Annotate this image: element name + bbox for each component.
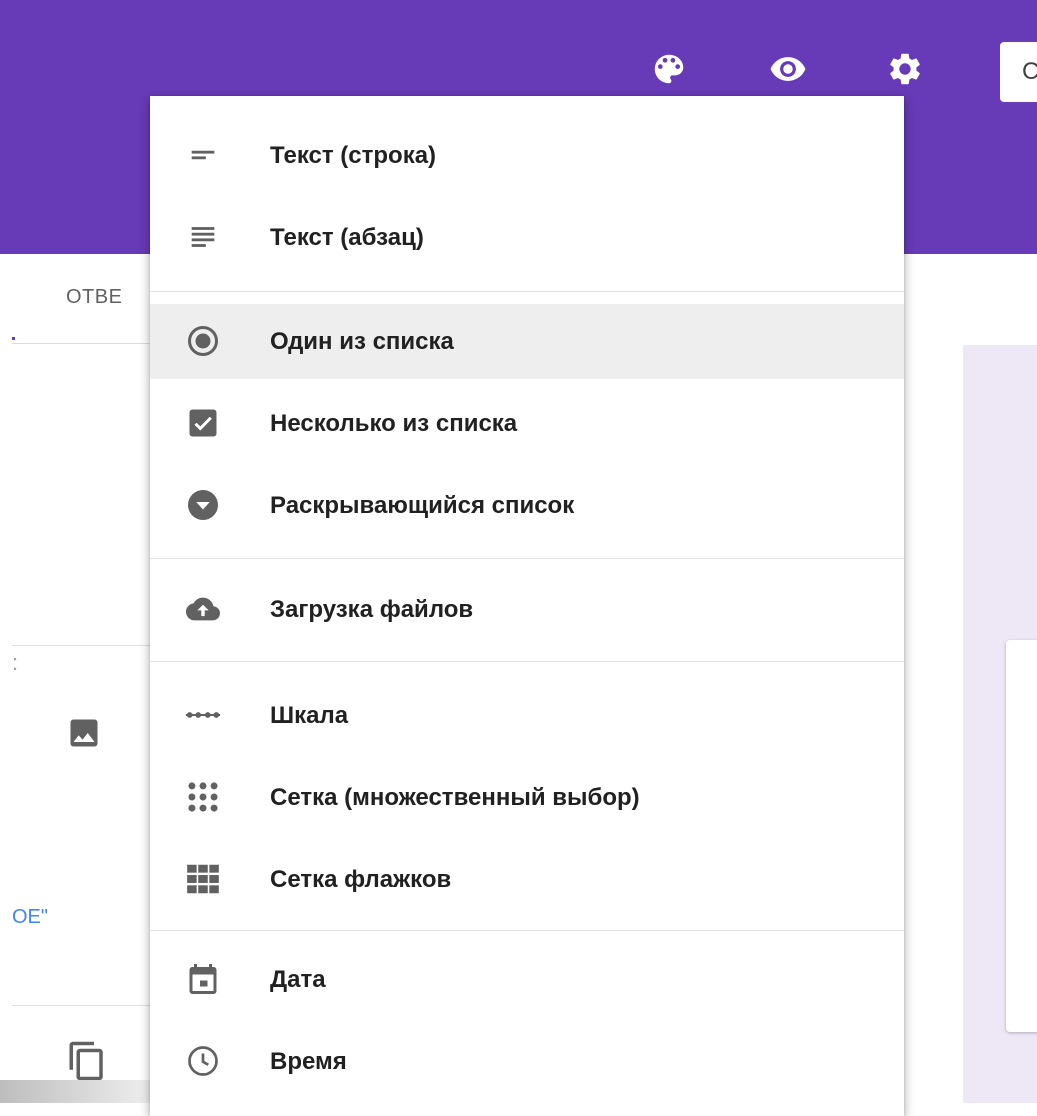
tab-responses[interactable]: ОТВЕ [66,286,122,309]
menu-item-label: Загрузка файлов [270,596,474,623]
menu-item-checkbox-grid[interactable]: Сетка флажков [150,844,904,914]
menu-item-label: Шкала [270,702,349,729]
image-icon[interactable] [64,715,104,756]
multiple-choice-grid-icon [184,778,222,816]
checkbox-icon [184,404,222,442]
bottom-edge [0,1080,150,1103]
question-divider [12,645,152,646]
menu-item-checkbox[interactable]: Несколько из списка [150,388,904,458]
linear-scale-icon [184,696,222,734]
question-type-menu: Текст (строка) Текст (абзац) Один из спи… [150,96,904,1116]
menu-item-short-text[interactable]: Текст (строка) [150,120,904,190]
palette-icon[interactable] [650,50,688,93]
menu-separator [150,558,904,559]
clock-icon [184,1042,222,1080]
menu-item-time[interactable]: Время [150,1026,904,1096]
menu-item-label: Один из списка [270,328,454,355]
paragraph-icon [184,218,222,256]
menu-separator [150,930,904,931]
short-text-icon [184,136,222,174]
menu-item-label: Раскрывающийся список [270,492,575,519]
dropdown-icon [184,486,222,524]
menu-item-date[interactable]: Дата [150,944,904,1014]
radio-button-icon [184,322,222,360]
menu-item-mc-grid[interactable]: Сетка (множественный выбор) [150,762,904,832]
menu-item-linear-scale[interactable]: Шкала [150,680,904,750]
cloud-upload-icon [184,590,222,628]
menu-item-label: Дата [270,966,326,993]
menu-separator [150,661,904,662]
menu-item-label: Время [270,1048,347,1075]
menu-item-file-upload[interactable]: Загрузка файлов [150,574,904,644]
checkbox-grid-icon [184,860,222,898]
menu-item-dropdown[interactable]: Раскрывающийся список [150,470,904,540]
menu-item-label: Сетка (множественный выбор) [270,784,640,811]
menu-item-label: Текст (строка) [270,142,437,169]
menu-item-label: Несколько из списка [270,410,518,437]
tab-indicator [12,337,15,340]
calendar-icon [184,960,222,998]
settings-gear-icon[interactable] [886,50,924,93]
menu-item-label: Текст (абзац) [270,224,424,251]
tab-divider [12,343,152,344]
send-button-label: С [1022,58,1037,85]
drag-handle[interactable]: : [12,650,18,676]
footer-divider [12,1005,152,1006]
option-text: ОЕ" [12,906,48,928]
menu-separator [150,291,904,292]
side-toolbar [1006,640,1037,1032]
send-button[interactable]: С [1000,42,1037,102]
menu-item-label: Сетка флажков [270,866,452,893]
preview-eye-icon[interactable] [768,50,808,93]
menu-item-radio[interactable]: Один из списка [150,304,904,379]
menu-item-paragraph[interactable]: Текст (абзац) [150,202,904,272]
